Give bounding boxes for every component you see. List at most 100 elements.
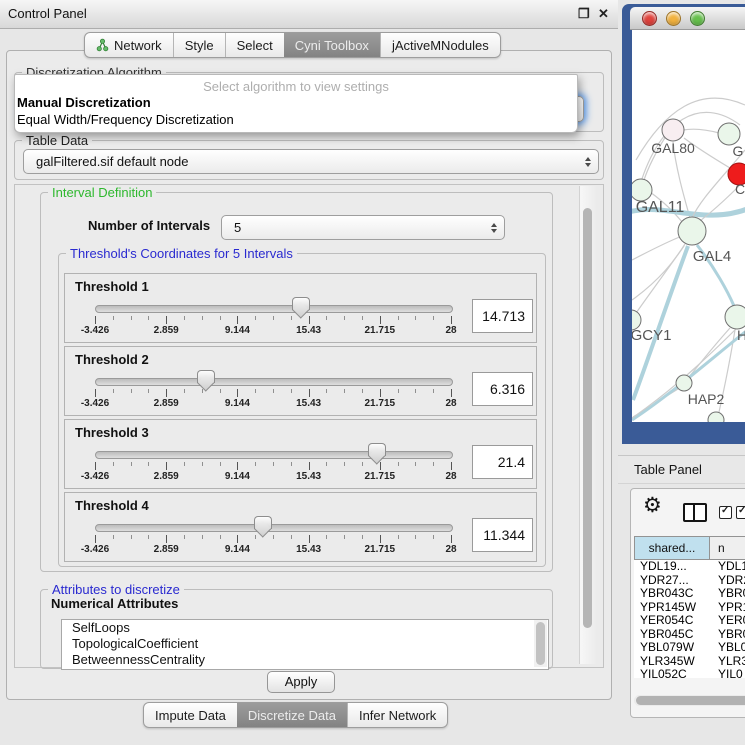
tick-label: 21.715 xyxy=(365,325,396,336)
network-canvas[interactable]: GAL80GCGAL11GAL4GCY1HHAP2 xyxy=(632,30,745,422)
table-row[interactable]: YLR345WYLR3 xyxy=(634,655,745,669)
table-panel-title: Table Panel xyxy=(634,456,702,483)
group-title: Interval Definition xyxy=(48,185,156,200)
tick-label: 28 xyxy=(445,325,456,336)
apply-button[interactable]: Apply xyxy=(267,671,335,693)
slider-ticks xyxy=(95,316,451,325)
dropdown-item-manual-discretization[interactable]: Manual Discretization xyxy=(17,95,151,110)
network-node[interactable] xyxy=(708,412,724,422)
minimize-traffic-light-icon[interactable] xyxy=(666,11,681,26)
close-traffic-light-icon[interactable] xyxy=(642,11,657,26)
table-row[interactable]: YBL079WYBL0 xyxy=(634,641,745,655)
gear-icon[interactable]: ⚙ xyxy=(643,491,662,521)
tick-label: 15.43 xyxy=(296,398,321,409)
tab-infer-network[interactable]: Infer Network xyxy=(347,703,447,727)
threshold-value-field[interactable]: 21.4 xyxy=(472,445,533,479)
network-window-titlebar[interactable] xyxy=(630,7,745,30)
table-row[interactable]: YDL19...YDL1 xyxy=(634,560,745,574)
table-panel: ⚙ shared... n YDL19...YDL1YDR27...YDR2YB… xyxy=(630,488,745,718)
threshold-value-field[interactable]: 6.316 xyxy=(472,372,533,406)
tab-select[interactable]: Select xyxy=(225,33,284,57)
checkbox-icon[interactable] xyxy=(719,506,732,519)
network-canvas-svg: GAL80GCGAL11GAL4GCY1HHAP2 xyxy=(632,30,745,422)
stepper-icon xyxy=(491,223,497,233)
tick-label: 9.144 xyxy=(225,398,250,409)
attribute-item-selfloops[interactable]: SelfLoops xyxy=(62,620,548,636)
tab-discretize-data[interactable]: Discretize Data xyxy=(237,703,347,727)
attributes-list[interactable]: SelfLoopsTopologicalCoefficientBetweenne… xyxy=(61,619,549,670)
tick-label: 15.43 xyxy=(296,544,321,555)
column-header-shared[interactable]: shared... xyxy=(634,536,710,560)
threshold-slider-thumb[interactable] xyxy=(197,370,215,383)
node-label: GAL4 xyxy=(693,248,731,265)
combobox-value: galFiltered.sif default node xyxy=(36,150,188,173)
scrollbar-thumb[interactable] xyxy=(583,208,592,628)
node-label: GAL80 xyxy=(651,140,695,156)
list-scrollbar[interactable] xyxy=(534,620,547,667)
table-row[interactable]: YER054CYER0 xyxy=(634,614,745,628)
node-label: GAL11 xyxy=(636,199,685,216)
threshold-slider-track[interactable] xyxy=(95,378,453,386)
close-panel-icon[interactable]: ✕ xyxy=(598,0,609,28)
threshold-slider-track[interactable] xyxy=(95,524,453,532)
table-header-row: shared... n xyxy=(634,536,745,560)
network-node-hap2[interactable] xyxy=(676,375,692,391)
node-label: HAP2 xyxy=(688,391,725,407)
number-of-intervals-combobox[interactable]: 5 xyxy=(221,215,505,240)
tab-cyni-toolbox[interactable]: Cyni Toolbox xyxy=(284,33,380,57)
threshold-slider-track[interactable] xyxy=(95,451,453,459)
threshold-coordinates-group: Threshold's Coordinates for 5 Intervals … xyxy=(58,253,546,567)
checkbox-icon[interactable] xyxy=(736,506,745,519)
tick-label: 2.859 xyxy=(154,471,179,482)
attribute-item-topologicalcoefficient[interactable]: TopologicalCoefficient xyxy=(62,636,548,652)
threshold-slider-track[interactable] xyxy=(95,305,453,313)
tab-style[interactable]: Style xyxy=(173,33,225,57)
zoom-traffic-light-icon[interactable] xyxy=(690,11,705,26)
group-title: Threshold's Coordinates for 5 Intervals xyxy=(66,246,297,261)
tick-label: 21.715 xyxy=(365,471,396,482)
table-row[interactable]: YBR043CYBR0 xyxy=(634,587,745,601)
application-root: Control Panel ❐ ✕ NetworkStyleSelectCyni… xyxy=(0,0,745,745)
threshold-slider-thumb[interactable] xyxy=(254,516,272,529)
attribute-item-betweennesscentrality[interactable]: BetweennessCentrality xyxy=(62,652,548,668)
table-row[interactable]: YPR145WYPR1 xyxy=(634,601,745,615)
tab-jactivemnodules[interactable]: jActiveMNodules xyxy=(380,33,500,57)
network-edge xyxy=(632,236,682,260)
group-title: Attributes to discretize xyxy=(48,582,184,597)
tab-impute-data[interactable]: Impute Data xyxy=(144,703,237,727)
vertical-scrollbar[interactable] xyxy=(579,186,596,664)
table-row[interactable]: YBR045CYBR0 xyxy=(634,628,745,642)
threshold-value-field[interactable]: 14.713 xyxy=(472,299,533,333)
network-node-gal80[interactable] xyxy=(662,119,684,141)
network-edge xyxy=(689,328,730,377)
network-icon xyxy=(96,38,109,52)
scrollbar-thumb[interactable] xyxy=(536,622,545,665)
slider-ticks xyxy=(95,389,451,398)
columns-icon[interactable] xyxy=(683,503,707,522)
threshold-slider-thumb[interactable] xyxy=(368,443,386,456)
tab-network[interactable]: Network xyxy=(85,33,173,57)
tick-label: 15.43 xyxy=(296,471,321,482)
table-data-combobox[interactable]: galFiltered.sif default node xyxy=(23,149,599,174)
dropdown-item-equal-width-frequency-discretization[interactable]: Equal Width/Frequency Discretization xyxy=(17,112,234,127)
network-node-h[interactable] xyxy=(725,305,745,329)
tick-label: 15.43 xyxy=(296,325,321,336)
combobox-value: 5 xyxy=(234,216,241,239)
horizontal-scrollbar[interactable] xyxy=(634,695,745,706)
network-edge xyxy=(683,129,719,133)
algorithm-dropdown-popup: Select algorithm to view settings Manual… xyxy=(14,74,578,133)
threshold-label: Threshold 3 xyxy=(75,425,149,440)
network-node-g[interactable] xyxy=(718,123,740,145)
column-header-name[interactable]: n xyxy=(710,536,745,560)
table-row[interactable]: YIL052CYIL0 xyxy=(634,668,745,678)
table-row[interactable]: YDR27...YDR2 xyxy=(634,574,745,588)
group-title: Table Data xyxy=(22,133,92,148)
network-node-gal4[interactable] xyxy=(678,217,706,245)
threshold-slider-thumb[interactable] xyxy=(292,297,310,310)
tick-label: 2.859 xyxy=(154,325,179,336)
threshold-value-field[interactable]: 11.344 xyxy=(472,518,533,552)
network-node-gal11[interactable] xyxy=(632,179,652,201)
float-window-icon[interactable]: ❐ xyxy=(578,0,590,28)
scrollbar-thumb[interactable] xyxy=(636,696,745,705)
node-label: H xyxy=(737,327,745,343)
